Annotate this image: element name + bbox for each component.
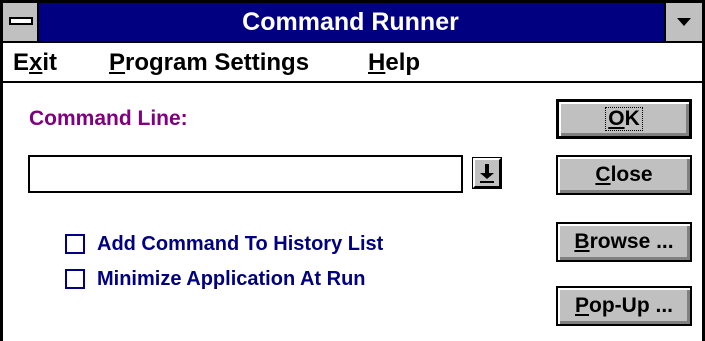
command-line-input[interactable] (28, 155, 463, 193)
menu-program-settings-text-rest: rogram Settings (125, 49, 310, 76)
minimize-button[interactable] (664, 3, 702, 41)
ok-button[interactable]: OK (556, 99, 692, 139)
title-bar[interactable]: Command Runner (3, 3, 702, 43)
menu-exit[interactable]: Exit (13, 49, 57, 77)
minimize-at-run-option[interactable]: Minimize Application At Run (65, 267, 366, 291)
window-title: Command Runner (242, 8, 459, 36)
dropdown-arrow-base (480, 181, 494, 183)
close-button[interactable]: Close (556, 155, 692, 195)
system-menu-icon (9, 17, 33, 25)
command-history-dropdown-button[interactable] (472, 157, 502, 189)
menu-program-settings[interactable]: Program Settings (109, 49, 309, 77)
system-menu-button[interactable] (3, 3, 39, 41)
menu-exit-text: E (13, 49, 30, 76)
menu-help-text-rest: elp (385, 49, 421, 76)
popup-button-text-rest: op-Up ... (589, 294, 673, 317)
dropdown-arrow-head (480, 173, 494, 179)
ok-button-text-rest: K (624, 107, 640, 130)
menu-exit-mnemonic: x (29, 49, 43, 76)
minimize-arrow-icon (677, 18, 691, 26)
add-to-history-option[interactable]: Add Command To History List (65, 232, 383, 256)
close-button-mnemonic: C (595, 163, 611, 186)
menu-help-mnemonic: H (368, 49, 386, 76)
menu-help[interactable]: Help (368, 49, 420, 77)
menu-bar: Exit Program Settings Help (3, 43, 702, 83)
browse-button-text-rest: rowse ... (589, 230, 674, 253)
dropdown-arrow-icon (485, 164, 489, 173)
browse-button[interactable]: Browse ... (556, 222, 692, 262)
minimize-at-run-checkbox[interactable] (65, 269, 85, 289)
menu-program-settings-mnemonic: P (109, 49, 126, 76)
ok-button-mnemonic: O (608, 107, 625, 130)
popup-button[interactable]: Pop-Up ... (556, 286, 692, 326)
add-to-history-label[interactable]: Add Command To History List (97, 233, 383, 256)
popup-button-mnemonic: P (575, 294, 590, 317)
ok-button-label: OK (605, 107, 643, 131)
add-to-history-checkbox[interactable] (65, 234, 85, 254)
command-runner-window: Command Runner Exit Program Settings Hel… (0, 0, 705, 341)
minimize-at-run-label[interactable]: Minimize Application At Run (97, 268, 366, 291)
command-line-label: Command Line: (29, 107, 188, 130)
close-button-text-rest: lose (610, 163, 653, 186)
menu-exit-text-rest: it (42, 49, 58, 76)
browse-button-mnemonic: B (574, 230, 590, 253)
